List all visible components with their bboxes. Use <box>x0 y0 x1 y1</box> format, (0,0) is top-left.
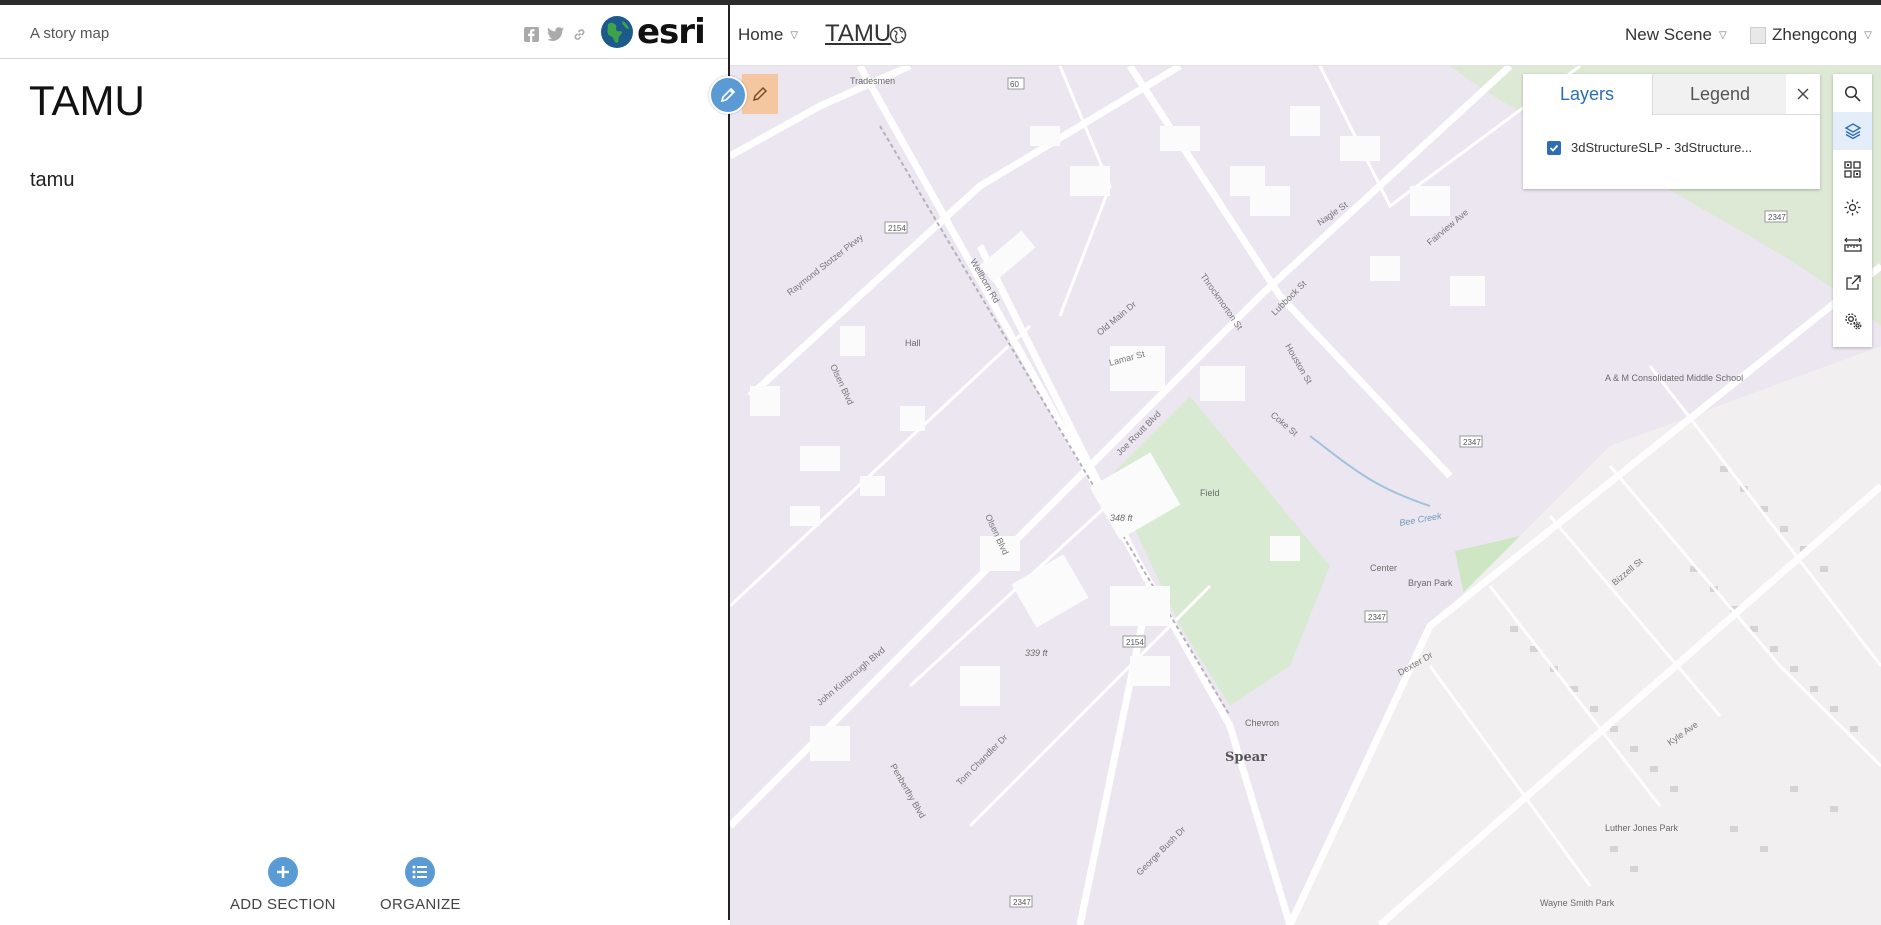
svg-text:348 ft: 348 ft <box>1110 513 1133 523</box>
organize-label: ORGANIZE <box>380 896 461 913</box>
layer-name: 3dStructureSLP - 3dStructure... <box>1571 140 1753 155</box>
share-tool[interactable] <box>1833 264 1872 302</box>
search-tool[interactable] <box>1833 74 1872 112</box>
settings-tool[interactable] <box>1833 302 1872 340</box>
user-name: Zhengcong <box>1772 25 1858 44</box>
chevron-down-icon: ▽ <box>1864 29 1872 41</box>
layers-icon <box>1844 123 1861 140</box>
avatar <box>1750 26 1766 44</box>
svg-text:2347: 2347 <box>1768 213 1786 222</box>
plus-icon <box>267 857 298 887</box>
scene-viewer: Home ▽ TAMU New Scene ▽ Zhengcong ▽ 2154… <box>730 5 1881 925</box>
story-description[interactable]: tamu <box>30 169 74 192</box>
svg-text:Hall: Hall <box>905 338 921 348</box>
svg-text:Bryan Park: Bryan Park <box>1408 578 1453 588</box>
ruler-icon <box>1843 237 1862 252</box>
search-icon <box>1844 85 1861 102</box>
svg-text:60: 60 <box>1010 80 1019 89</box>
list-icon <box>405 857 436 887</box>
svg-text:2347: 2347 <box>1368 613 1386 622</box>
close-icon[interactable] <box>1786 74 1820 115</box>
edit-section-button[interactable] <box>709 76 747 114</box>
facebook-icon[interactable] <box>522 25 540 43</box>
svg-text:2347: 2347 <box>1463 438 1481 447</box>
esri-wordmark: esri <box>637 12 706 52</box>
pencil-icon <box>720 87 736 103</box>
scene-toolbar <box>1833 74 1872 347</box>
link-icon[interactable] <box>570 25 588 43</box>
layer-item[interactable]: 3dStructureSLP - 3dStructure... <box>1547 140 1752 155</box>
basemap-tool[interactable] <box>1833 150 1872 188</box>
story-label: A story map <box>30 25 110 42</box>
chevron-down-icon: ▽ <box>1718 29 1727 41</box>
esri-logo[interactable]: esri <box>600 12 706 52</box>
layers-panel: Layers Legend 3dStructureSLP - 3dStructu… <box>1523 74 1820 189</box>
svg-text:Tradesmen: Tradesmen <box>850 76 895 86</box>
organize-button[interactable]: ORGANIZE <box>380 857 461 913</box>
svg-text:Wayne Smith Park: Wayne Smith Park <box>1540 898 1615 908</box>
layer-checkbox[interactable] <box>1547 140 1561 155</box>
globe-icon[interactable] <box>889 26 907 49</box>
edit-media-tab[interactable] <box>742 74 778 114</box>
add-section-label: ADD SECTION <box>230 896 336 913</box>
svg-text:Field: Field <box>1200 488 1220 498</box>
gear-icon <box>1844 313 1861 330</box>
twitter-icon[interactable] <box>546 25 564 43</box>
home-menu[interactable]: Home ▽ <box>738 25 798 45</box>
svg-text:2154: 2154 <box>1126 638 1144 647</box>
svg-text:339 ft: 339 ft <box>1025 648 1048 658</box>
story-header: A story map esri <box>0 5 728 59</box>
scene-title[interactable]: TAMU <box>825 20 891 48</box>
daylight-tool[interactable] <box>1833 188 1872 226</box>
chevron-down-icon: ▽ <box>790 29 799 41</box>
svg-text:Spear: Spear <box>1225 750 1267 765</box>
new-scene-menu[interactable]: New Scene ▽ <box>1625 25 1727 45</box>
measure-tool[interactable] <box>1833 226 1872 264</box>
tab-legend[interactable]: Legend <box>1652 74 1787 115</box>
story-title[interactable]: TAMU <box>29 77 145 125</box>
scene-topbar: Home ▽ TAMU New Scene ▽ Zhengcong ▽ <box>730 5 1881 66</box>
scene-map[interactable]: 2154 2154 2347 2347 2347 2347 60 Old Mai… <box>730 66 1881 925</box>
svg-text:2347: 2347 <box>1013 898 1031 907</box>
home-label: Home <box>738 25 784 44</box>
svg-text:Center: Center <box>1370 563 1397 573</box>
svg-text:2154: 2154 <box>888 224 906 233</box>
pencil-icon <box>752 86 768 102</box>
user-menu[interactable]: Zhengcong ▽ <box>1750 25 1872 45</box>
svg-text:A & M Consolidated Middle Scho: A & M Consolidated Middle School <box>1605 373 1743 383</box>
new-scene-label: New Scene <box>1625 25 1712 44</box>
basemap-grid-icon <box>1844 160 1861 178</box>
story-panel: A story map esri TAMU tamu ADD SECTION O… <box>0 5 730 920</box>
share-icon <box>1845 275 1861 290</box>
svg-text:Chevron: Chevron <box>1245 718 1279 728</box>
globe-icon <box>601 16 633 48</box>
basemap: 2154 2154 2347 2347 2347 2347 60 Old Mai… <box>730 66 1881 925</box>
add-section-button[interactable]: ADD SECTION <box>230 857 336 913</box>
layers-tool[interactable] <box>1833 112 1872 150</box>
svg-text:Luther Jones Park: Luther Jones Park <box>1605 823 1679 833</box>
tab-layers[interactable]: Layers <box>1523 74 1651 114</box>
sun-icon <box>1844 199 1861 215</box>
